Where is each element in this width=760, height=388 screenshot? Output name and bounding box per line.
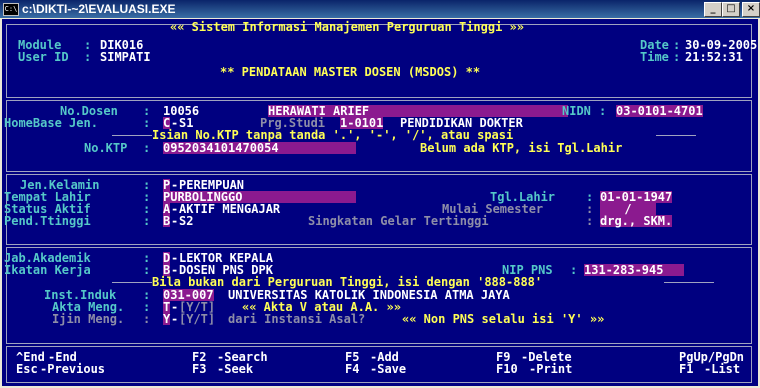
screen-title: ** PENDATAAN MASTER DOSEN (MSDOS) ** xyxy=(220,65,481,79)
ijin-label: Ijin Meng. xyxy=(52,312,125,326)
userid-colon: : xyxy=(84,50,92,64)
status-aktif-value: AKTIF MENGAJAR xyxy=(179,202,281,216)
ikatan-kerja-colon: : xyxy=(143,263,151,277)
f10-action: -Print xyxy=(529,362,573,376)
ktp-hint-rule-right xyxy=(656,135,696,136)
console-window: C:\ c:\DIKTI-~2\EVALUASI.EXE _ □ × «« Si… xyxy=(0,0,760,388)
f3-key[interactable]: F3 xyxy=(192,363,206,375)
pend-tertinggi-dash: - xyxy=(171,214,179,228)
f4-action: -Save xyxy=(370,362,407,376)
f10-key[interactable]: F10 xyxy=(496,363,518,375)
nidn-colon: : xyxy=(599,104,607,118)
pt-hint: Bila bukan dari Perguruan Tinggi, isi de… xyxy=(152,275,543,289)
time-value: 21:52:31 xyxy=(685,50,743,64)
userid-value: SIMPATI xyxy=(100,50,151,64)
ijin-dash: - xyxy=(171,312,179,326)
homebase-label: HomeBase Jen. xyxy=(4,116,98,130)
nip-pns-field[interactable]: 131-283-945 xyxy=(584,264,684,276)
console-area: «« Sistem Informasi Manajemen Perguruan … xyxy=(2,19,758,386)
nidn-field[interactable]: 03-0101-4701 xyxy=(616,105,703,117)
pend-tertinggi-value: S2 xyxy=(179,214,194,228)
ijin-code-field[interactable]: Y xyxy=(163,313,171,325)
ktp-field[interactable]: 0952034101470054 xyxy=(163,142,356,154)
ijin-colon: : xyxy=(143,312,151,326)
gelar-colon: : xyxy=(586,214,594,228)
f3-action: -Seek xyxy=(217,362,254,376)
system-title: «« Sistem Informasi Manajemen Perguruan … xyxy=(170,20,525,34)
pend-tertinggi-colon: : xyxy=(143,214,151,228)
ktp-note: Belum ada KTP, isi Tgl.Lahir xyxy=(420,141,623,155)
time-label: Time xyxy=(640,50,669,64)
ktp-colon: : xyxy=(143,141,151,155)
close-button[interactable]: × xyxy=(742,2,760,17)
homebase-colon: : xyxy=(143,116,151,130)
maximize-button[interactable]: □ xyxy=(722,2,740,17)
console-icon: C:\ xyxy=(3,3,19,16)
pt-hint-rule-right xyxy=(664,282,714,283)
ijin-hint: «« Non PNS selalu isi 'Y' »» xyxy=(402,312,605,326)
ktp-label: No.KTP xyxy=(84,141,128,155)
nip-pns-colon: : xyxy=(570,263,578,277)
title-bar[interactable]: C:\ c:\DIKTI-~2\EVALUASI.EXE _ □ × xyxy=(0,0,760,18)
pend-tertinggi-code-field[interactable]: B xyxy=(163,215,171,227)
gelar-field[interactable]: drg., SKM. xyxy=(600,215,673,227)
f1-key[interactable]: F1 xyxy=(679,363,693,375)
ijin-text: dari Instansi Asal? xyxy=(228,312,366,326)
pt-hint-rule-left xyxy=(112,282,152,283)
window-title: c:\DIKTI-~2\EVALUASI.EXE xyxy=(22,2,176,16)
ijin-options: [Y/T] xyxy=(179,312,216,326)
nidn-label: NIDN xyxy=(562,104,591,118)
ktp-hint: Isian No.KTP tanpa tanda '.', '-', '/', … xyxy=(152,128,514,142)
f1-action: -List xyxy=(704,362,741,376)
minimize-button[interactable]: _ xyxy=(704,2,722,17)
pend-tertinggi-label: Pend.Ttinggi xyxy=(4,214,91,228)
tgl-lahir-field[interactable]: 01-01-1947 xyxy=(600,191,673,203)
ktp-hint-rule-left xyxy=(112,135,152,136)
gelar-label: Singkatan Gelar Tertinggi xyxy=(308,214,489,228)
f4-key[interactable]: F4 xyxy=(345,363,359,375)
esc-action: -Previous xyxy=(40,362,106,376)
esc-key[interactable]: Esc xyxy=(16,363,38,375)
userid-label: User ID xyxy=(18,50,69,64)
ikatan-kerja-label: Ikatan Kerja xyxy=(4,263,91,277)
time-colon: : xyxy=(673,50,681,64)
